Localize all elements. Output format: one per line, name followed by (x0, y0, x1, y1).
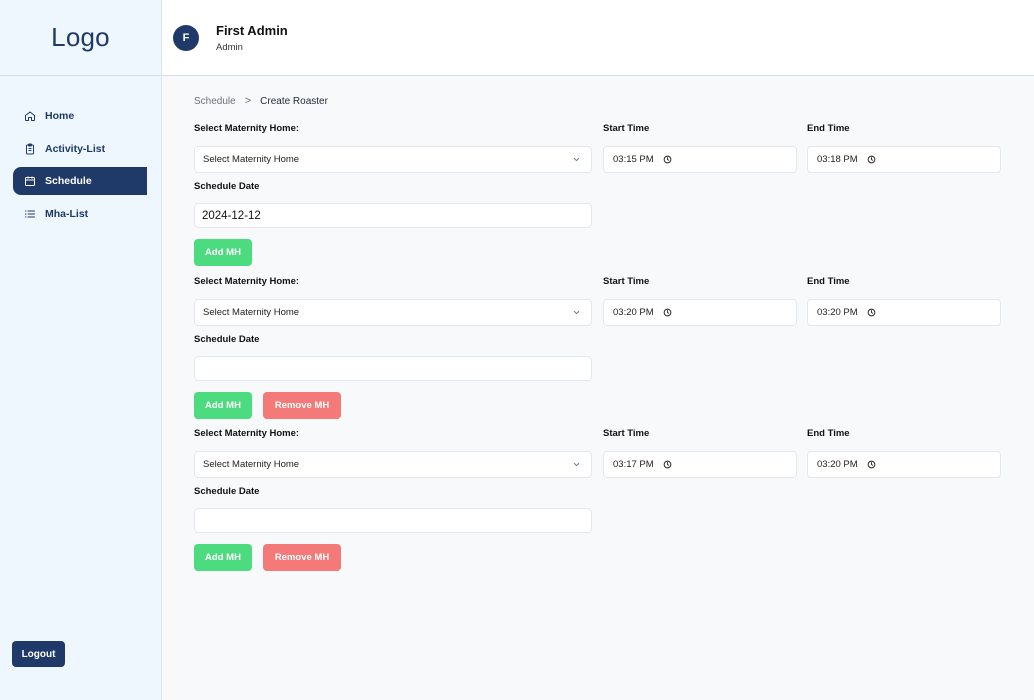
start-time-input[interactable]: 03:17 PM (603, 451, 797, 478)
start-time-label: Start Time (603, 276, 650, 287)
breadcrumb-separator: > (244, 95, 252, 107)
sidebar-item-schedule[interactable]: Schedule (13, 167, 147, 195)
remove-mh-button[interactable]: Remove MH (263, 392, 341, 419)
logo-area: Logo (0, 0, 161, 76)
schedule-date-label: Schedule Date (194, 181, 260, 192)
start-time-input[interactable]: 03:15 PM (603, 146, 797, 173)
sidebar-nav: Home Activity-List Schedule Mha-List (0, 76, 161, 228)
schedule-date-value: 2024-12-12 (202, 209, 261, 222)
user-role: Admin (216, 42, 243, 53)
schedule-date-label: Schedule Date (194, 486, 260, 497)
breadcrumb: Schedule > Create Roaster (194, 95, 328, 107)
clock-icon[interactable] (867, 308, 876, 317)
chevron-down-icon (573, 462, 580, 467)
home-icon (25, 111, 35, 121)
maternity-home-select[interactable]: Select Maternity Home (194, 451, 592, 478)
end-time-input[interactable]: 03:20 PM (807, 299, 1001, 326)
start-time-label: Start Time (603, 428, 650, 439)
maternity-home-select-value: Select Maternity Home (203, 307, 300, 318)
breadcrumb-current: Create Roaster (260, 95, 328, 107)
end-time-input[interactable]: 03:20 PM (807, 451, 1001, 478)
end-time-value: 03:20 PM (817, 459, 858, 470)
start-time-label: Start Time (603, 123, 650, 134)
chevron-down-icon (573, 157, 580, 162)
maternity-home-select-value: Select Maternity Home (203, 459, 300, 470)
roster-entry: Select Maternity Home: Start Time End Ti… (194, 276, 1002, 419)
end-time-label: End Time (807, 123, 850, 134)
maternity-home-select[interactable]: Select Maternity Home (194, 299, 592, 326)
remove-mh-button[interactable]: Remove MH (263, 544, 341, 571)
start-time-value: 03:15 PM (613, 154, 654, 165)
sidebar-item-mha-list[interactable]: Mha-List (13, 200, 147, 228)
calendar-icon (25, 176, 35, 186)
maternity-home-label: Select Maternity Home: (194, 428, 300, 439)
logo[interactable]: Logo (51, 22, 110, 53)
end-time-value: 03:18 PM (817, 154, 858, 165)
chevron-down-icon (573, 310, 580, 315)
clock-icon[interactable] (663, 308, 672, 317)
schedule-date-label: Schedule Date (194, 334, 260, 345)
maternity-home-select[interactable]: Select Maternity Home (194, 146, 592, 173)
sidebar-item-label: Activity-List (45, 142, 106, 155)
maternity-home-label: Select Maternity Home: (194, 276, 300, 287)
clock-icon[interactable] (663, 460, 672, 469)
end-time-input[interactable]: 03:18 PM (807, 146, 1001, 173)
start-time-value: 03:17 PM (613, 459, 654, 470)
schedule-date-input[interactable]: 2024-12-12 (194, 203, 592, 228)
roster-entry: Select Maternity Home: Start Time End Ti… (194, 123, 1002, 266)
avatar[interactable]: F (173, 25, 199, 51)
sidebar-item-label: Home (45, 110, 75, 122)
clock-icon[interactable] (867, 155, 876, 164)
sidebar-item-label: Mha-List (45, 207, 89, 220)
maternity-home-label: Select Maternity Home: (194, 123, 300, 134)
top-header: F First Admin Admin (162, 0, 1034, 76)
add-mh-button[interactable]: Add MH (194, 239, 252, 266)
end-time-value: 03:20 PM (817, 307, 858, 318)
logout-button[interactable]: Logout (12, 641, 65, 667)
end-time-label: End Time (807, 276, 850, 287)
sidebar-item-home[interactable]: Home (13, 102, 147, 130)
end-time-label: End Time (807, 428, 850, 439)
add-mh-button[interactable]: Add MH (194, 392, 252, 419)
roster-entry: Select Maternity Home: Start Time End Ti… (194, 428, 1002, 571)
start-time-input[interactable]: 03:20 PM (603, 299, 797, 326)
clock-icon[interactable] (867, 460, 876, 469)
add-mh-button[interactable]: Add MH (194, 544, 252, 571)
sidebar-item-activity-list[interactable]: Activity-List (13, 135, 147, 163)
start-time-value: 03:20 PM (613, 307, 654, 318)
sidebar: Logo Home Activity-List Schedule Mha-Lis… (0, 0, 162, 700)
sidebar-item-label: Schedule (45, 175, 92, 187)
user-name: First Admin (216, 23, 288, 38)
schedule-date-input[interactable] (194, 508, 592, 533)
schedule-date-input[interactable] (194, 356, 592, 381)
maternity-home-select-value: Select Maternity Home (203, 154, 300, 165)
list-icon (25, 210, 35, 217)
breadcrumb-link-schedule[interactable]: Schedule (194, 96, 236, 107)
clipboard-icon (26, 143, 34, 154)
clock-icon[interactable] (663, 155, 672, 164)
